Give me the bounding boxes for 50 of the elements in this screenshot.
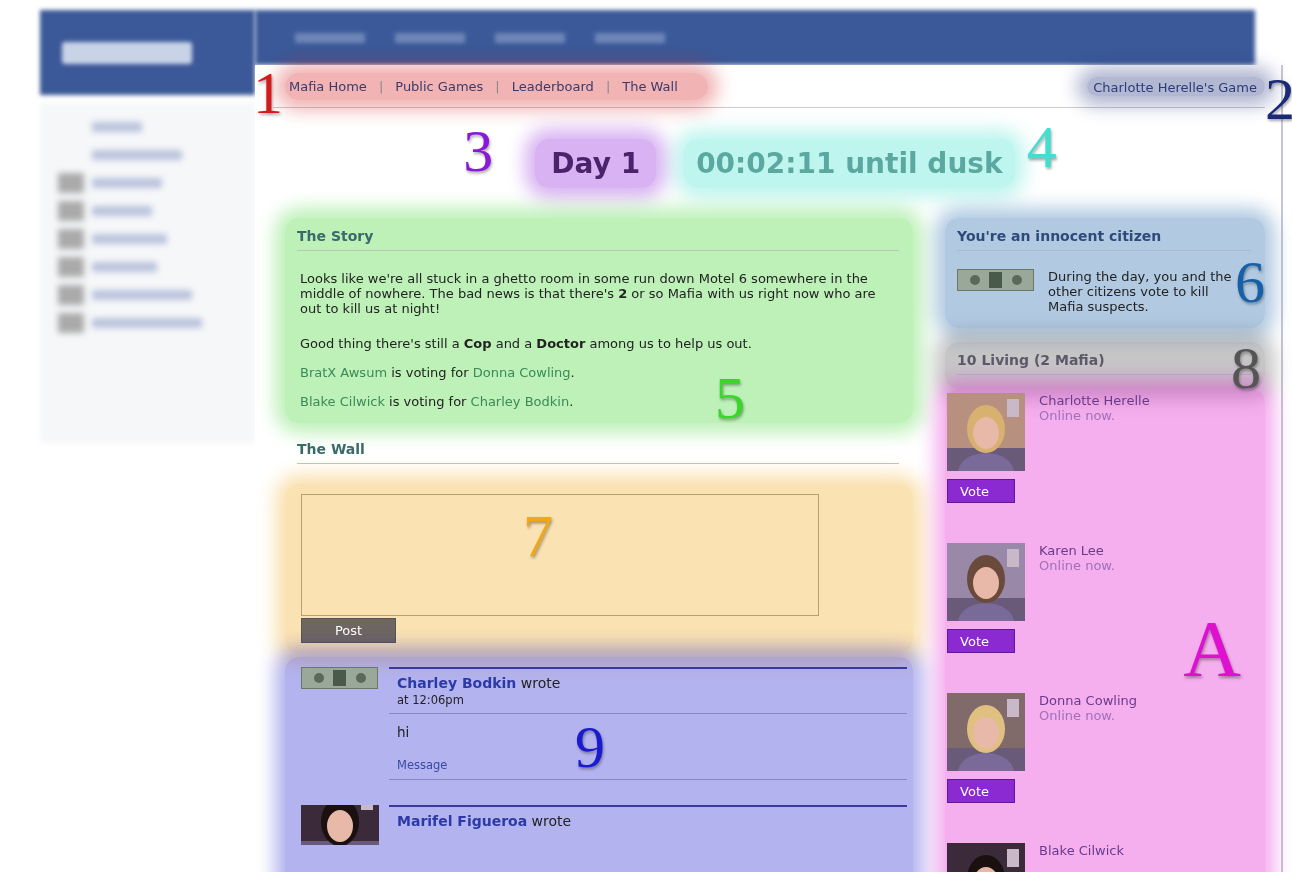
banknote-icon (957, 269, 1035, 291)
game-link[interactable]: Charlotte Herelle's Game (1087, 73, 1263, 101)
banknote-icon (301, 667, 378, 689)
post-text: hi (396, 723, 411, 740)
nav-link[interactable]: Leaderboard (511, 78, 594, 94)
callout-number: 4 (1026, 116, 1057, 177)
online-status: Online now. (1039, 708, 1116, 723)
nav-separator: | (605, 78, 611, 94)
nav-link[interactable]: Mafia Home (289, 78, 367, 94)
role-description: During the day, you and the other citizens vote to kill Mafia suspects. (1048, 269, 1233, 314)
vote-line: Blake Cilwick is voting for Charley Bodkin. (300, 394, 575, 409)
vote-button[interactable]: Vote (947, 479, 1016, 503)
online-status: Online now. (1039, 408, 1116, 423)
story-paragraph: Good thing there's still a Cop and a Doctor among us to help us out. (300, 336, 753, 351)
vote-button[interactable]: Vote (947, 629, 1016, 653)
countdown-timer: 00:02:11 until dusk (695, 145, 1004, 182)
callout-number: 7 (523, 506, 553, 566)
callout-number: 3 (463, 120, 494, 181)
vote-line: BratX Awsum is voting for Donna Cowling. (300, 365, 576, 380)
player-link[interactable]: Donna Cowling (472, 365, 571, 380)
nav-separator: | (378, 78, 384, 94)
story-paragraph: Looks like we're all stuck in a ghetto room in some run down Motel 6 somewhere in the middle of nowhere. The bad news is that there's 2 or so Mafia with us right now who are out to kill us at night! (300, 271, 877, 316)
wall-input-field[interactable] (301, 494, 819, 616)
callout-number: A (1183, 609, 1241, 689)
day-label: Day 1 (550, 145, 642, 182)
player-name: Donna Cowling (1039, 693, 1137, 708)
post-time: at 12:06pm (389, 691, 908, 714)
post-author: Marifel Figueroa wrote (396, 812, 573, 829)
post-button[interactable]: Post (301, 618, 396, 643)
section-heading: The Story (297, 228, 900, 251)
nav-separator: | (495, 78, 500, 94)
nav-link[interactable]: The Wall (622, 78, 678, 94)
player-name: Blake Cilwick (1039, 843, 1124, 858)
nav-link[interactable]: Public Games (395, 78, 484, 94)
player-link[interactable]: BratX Awsum (300, 365, 388, 380)
player-name: Charlotte Herelle (1039, 393, 1150, 408)
section-heading: The Wall (297, 441, 900, 464)
callout-number: 5 (715, 368, 745, 428)
post-author: Charley Bodkin wrote (396, 674, 562, 691)
callout-number: 9 (575, 717, 605, 777)
player-name: Karen Lee (1039, 543, 1105, 558)
vote-button[interactable]: Vote (947, 779, 1016, 803)
callout-number: 6 (1235, 252, 1265, 312)
callout-number: 2 (1265, 68, 1292, 129)
message-link[interactable]: Message (397, 758, 448, 772)
online-status: Online now. (1039, 558, 1115, 573)
player-link[interactable]: Blake Cilwick (300, 394, 385, 409)
role-heading: You're an innocent citizen (957, 228, 1251, 251)
player-link[interactable]: Charley Bodkin (470, 394, 570, 409)
callout-number: 1 (253, 62, 283, 123)
